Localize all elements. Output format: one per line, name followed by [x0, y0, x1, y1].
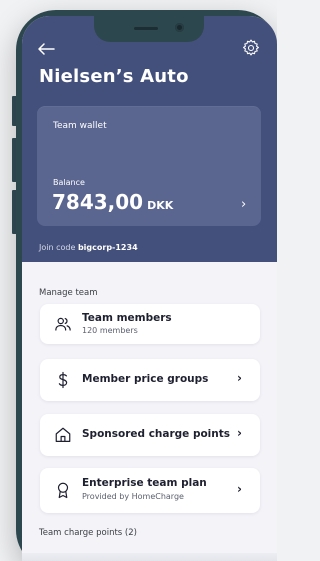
- phone-notch: [94, 16, 204, 42]
- app-screen: Nielsen’s Auto Team wallet Balance 7843,…: [22, 16, 277, 561]
- enterprise-team-plan-provider: Provided by HomeCharge: [82, 492, 184, 501]
- next-card-peek: [22, 553, 277, 561]
- users-icon: [54, 315, 72, 333]
- member-price-groups-title: Member price groups: [82, 373, 209, 385]
- arrow-left-icon[interactable]: [36, 40, 58, 58]
- join-code-prefix: Join code: [39, 243, 76, 252]
- sponsored-charge-points-row[interactable]: Sponsored charge points ›: [40, 414, 260, 456]
- member-price-groups-row[interactable]: Member price groups ›: [40, 359, 260, 401]
- team-wallet-card[interactable]: Team wallet Balance 7843,00 DKK ›: [37, 106, 261, 226]
- manage-team-heading: Manage team: [39, 288, 98, 298]
- team-members-count: 120 members: [82, 326, 138, 335]
- enterprise-team-plan-row[interactable]: Enterprise team plan Provided by HomeCha…: [40, 468, 260, 513]
- chevron-right-icon[interactable]: ›: [241, 197, 246, 212]
- join-code-text: Join code bigcorp-1234: [39, 243, 138, 252]
- chevron-right-icon: ›: [237, 371, 242, 385]
- team-members-title: Team members: [82, 312, 172, 324]
- team-name-title: Nielsen’s Auto: [39, 66, 189, 87]
- sponsored-charge-points-title: Sponsored charge points: [82, 428, 231, 440]
- gear-icon[interactable]: [241, 38, 261, 58]
- balance-value: 7843,00 DKK: [52, 190, 173, 214]
- join-code-value[interactable]: bigcorp-1234: [78, 243, 138, 252]
- speaker-grille: [134, 27, 158, 30]
- chevron-right-icon: ›: [237, 482, 242, 496]
- home-icon: [54, 426, 72, 444]
- balance-label: Balance: [53, 178, 85, 187]
- dollar-icon: [54, 371, 72, 389]
- enterprise-team-plan-title: Enterprise team plan: [82, 477, 207, 489]
- stage: Nielsen’s Auto Team wallet Balance 7843,…: [0, 0, 277, 561]
- wallet-label: Team wallet: [53, 121, 107, 131]
- team-charge-points-heading: Team charge points (2): [39, 528, 137, 538]
- balance-currency: DKK: [147, 199, 174, 212]
- balance-amount: 7843,00: [52, 190, 144, 214]
- award-icon: [54, 481, 72, 499]
- front-camera: [175, 23, 184, 32]
- chevron-right-icon: ›: [237, 426, 242, 440]
- team-members-row[interactable]: Team members 120 members: [40, 304, 260, 344]
